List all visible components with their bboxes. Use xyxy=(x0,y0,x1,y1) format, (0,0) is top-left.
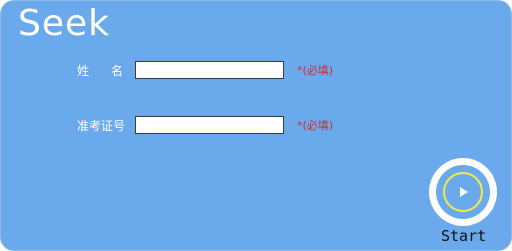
app-title: Seek xyxy=(18,3,110,44)
start-label: Start xyxy=(441,227,487,245)
name-input[interactable] xyxy=(135,61,284,79)
exam-id-required-hint: *(必填) xyxy=(297,119,334,132)
play-icon xyxy=(460,187,468,197)
app-window: Seek 姓名 *(必填) 准考证号 *(必填) Start xyxy=(0,0,512,251)
start-button[interactable] xyxy=(429,158,497,226)
exam-id-input[interactable] xyxy=(135,116,284,134)
name-required-hint: *(必填) xyxy=(297,64,334,77)
exam-id-label: 准考证号 xyxy=(77,119,126,133)
